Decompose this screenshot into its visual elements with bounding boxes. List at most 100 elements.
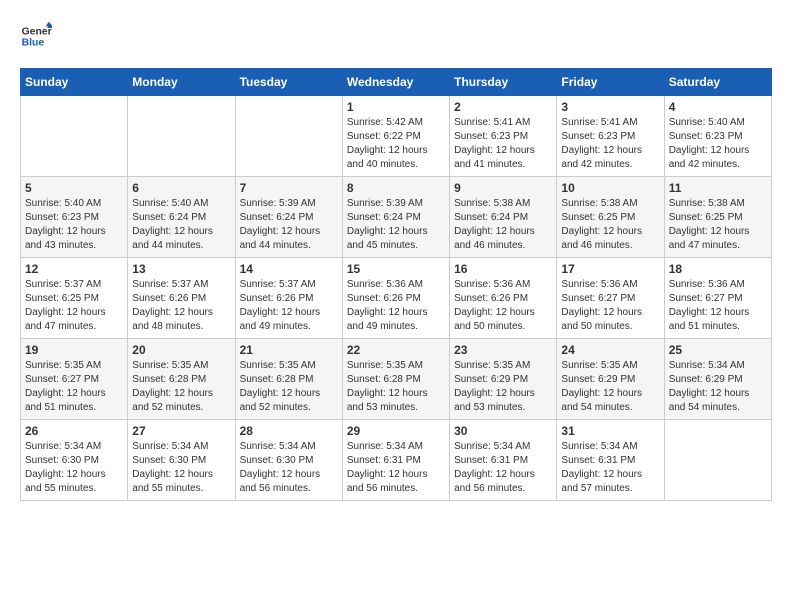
svg-text:Blue: Blue (22, 38, 45, 49)
calendar-week-4: 19 Sunrise: 5:35 AMSunset: 6:27 PMDayligh… (21, 339, 772, 420)
day-number: 5 (25, 181, 123, 195)
day-number: 9 (454, 181, 552, 195)
calendar-day-27: 27 Sunrise: 5:34 AMSunset: 6:30 PMDayligh… (128, 420, 235, 501)
day-info: Sunrise: 5:41 AMSunset: 6:23 PMDaylight:… (561, 116, 659, 172)
page-header: General Blue (20, 20, 772, 52)
calendar-day-11: 11 Sunrise: 5:38 AMSunset: 6:25 PMDayligh… (664, 177, 771, 258)
day-info: Sunrise: 5:35 AMSunset: 6:28 PMDaylight:… (132, 359, 230, 415)
calendar-day-7: 7 Sunrise: 5:39 AMSunset: 6:24 PMDaylight… (235, 177, 342, 258)
day-info: Sunrise: 5:34 AMSunset: 6:30 PMDaylight:… (240, 440, 338, 496)
day-number: 30 (454, 424, 552, 438)
day-info: Sunrise: 5:38 AMSunset: 6:25 PMDaylight:… (669, 197, 767, 253)
day-number: 1 (347, 100, 445, 114)
calendar-day-22: 22Sunrise: 5:35 AMSunset: 6:28 PMDayligh… (342, 339, 449, 420)
calendar-day-20: 20Sunrise: 5:35 AMSunset: 6:28 PMDayligh… (128, 339, 235, 420)
day-number: 12 (25, 262, 123, 276)
day-info: Sunrise: 5:34 AMSunset: 6:30 PMDaylight:… (132, 440, 230, 496)
day-info: Sunrise: 5:40 AMSunset: 6:23 PMDaylight:… (669, 116, 767, 172)
calendar-week-5: 26 Sunrise: 5:34 AMSunset: 6:30 PMDayligh… (21, 420, 772, 501)
day-info: Sunrise: 5:40 AMSunset: 6:24 PMDaylight:… (132, 197, 230, 253)
day-number: 10 (561, 181, 659, 195)
calendar-day-21: 21 Sunrise: 5:35 AMSunset: 6:28 PMDayligh… (235, 339, 342, 420)
calendar-day-19: 19 Sunrise: 5:35 AMSunset: 6:27 PMDayligh… (21, 339, 128, 420)
calendar-day-3: 3 Sunrise: 5:41 AMSunset: 6:23 PMDaylight… (557, 96, 664, 177)
day-number: 24 (561, 343, 659, 357)
day-info: Sunrise: 5:34 AMSunset: 6:31 PMDaylight:… (454, 440, 552, 496)
day-number: 31 (561, 424, 659, 438)
day-number: 8 (347, 181, 445, 195)
header-day-sunday: Sunday (21, 69, 128, 96)
day-info: Sunrise: 5:36 AMSunset: 6:26 PMDaylight:… (454, 278, 552, 334)
day-info: Sunrise: 5:40 AMSunset: 6:23 PMDaylight:… (25, 197, 123, 253)
empty-cell (664, 420, 771, 501)
calendar-day-6: 6Sunrise: 5:40 AMSunset: 6:24 PMDaylight… (128, 177, 235, 258)
day-number: 11 (669, 181, 767, 195)
calendar-day-29: 29Sunrise: 5:34 AMSunset: 6:31 PMDayligh… (342, 420, 449, 501)
calendar-day-12: 12 Sunrise: 5:37 AMSunset: 6:25 PMDayligh… (21, 258, 128, 339)
calendar-day-4: 4 Sunrise: 5:40 AMSunset: 6:23 PMDaylight… (664, 96, 771, 177)
header-day-monday: Monday (128, 69, 235, 96)
day-number: 18 (669, 262, 767, 276)
day-number: 16 (454, 262, 552, 276)
header-day-friday: Friday (557, 69, 664, 96)
day-number: 28 (240, 424, 338, 438)
calendar-day-17: 17 Sunrise: 5:36 AMSunset: 6:27 PMDayligh… (557, 258, 664, 339)
calendar-day-9: 9 Sunrise: 5:38 AMSunset: 6:24 PMDaylight… (450, 177, 557, 258)
calendar-day-28: 28 Sunrise: 5:34 AMSunset: 6:30 PMDayligh… (235, 420, 342, 501)
day-info: Sunrise: 5:35 AMSunset: 6:28 PMDaylight:… (240, 359, 338, 415)
day-number: 14 (240, 262, 338, 276)
header-day-thursday: Thursday (450, 69, 557, 96)
day-number: 17 (561, 262, 659, 276)
calendar-day-30: 30 Sunrise: 5:34 AMSunset: 6:31 PMDayligh… (450, 420, 557, 501)
calendar-day-13: 13 Sunrise: 5:37 AMSunset: 6:26 PMDayligh… (128, 258, 235, 339)
day-info: Sunrise: 5:39 AMSunset: 6:24 PMDaylight:… (347, 197, 445, 253)
day-number: 29 (347, 424, 445, 438)
empty-cell (21, 96, 128, 177)
day-number: 21 (240, 343, 338, 357)
day-info: Sunrise: 5:37 AMSunset: 6:26 PMDaylight:… (132, 278, 230, 334)
calendar-week-3: 12 Sunrise: 5:37 AMSunset: 6:25 PMDayligh… (21, 258, 772, 339)
day-info: Sunrise: 5:38 AMSunset: 6:25 PMDaylight:… (561, 197, 659, 253)
day-info: Sunrise: 5:34 AMSunset: 6:29 PMDaylight:… (669, 359, 767, 415)
day-info: Sunrise: 5:38 AMSunset: 6:24 PMDaylight:… (454, 197, 552, 253)
day-number: 4 (669, 100, 767, 114)
day-number: 27 (132, 424, 230, 438)
empty-cell (235, 96, 342, 177)
day-info: Sunrise: 5:37 AMSunset: 6:26 PMDaylight:… (240, 278, 338, 334)
day-info: Sunrise: 5:42 AMSunset: 6:22 PMDaylight:… (347, 116, 445, 172)
day-info: Sunrise: 5:35 AMSunset: 6:29 PMDaylight:… (561, 359, 659, 415)
calendar-header: SundayMondayTuesdayWednesdayThursdayFrid… (21, 69, 772, 96)
day-number: 19 (25, 343, 123, 357)
calendar-day-25: 25 Sunrise: 5:34 AMSunset: 6:29 PMDayligh… (664, 339, 771, 420)
day-info: Sunrise: 5:35 AMSunset: 6:27 PMDaylight:… (25, 359, 123, 415)
header-day-tuesday: Tuesday (235, 69, 342, 96)
calendar-day-18: 18 Sunrise: 5:36 AMSunset: 6:27 PMDayligh… (664, 258, 771, 339)
header-row: SundayMondayTuesdayWednesdayThursdayFrid… (21, 69, 772, 96)
day-number: 13 (132, 262, 230, 276)
day-info: Sunrise: 5:34 AMSunset: 6:30 PMDaylight:… (25, 440, 123, 496)
calendar-day-26: 26 Sunrise: 5:34 AMSunset: 6:30 PMDayligh… (21, 420, 128, 501)
day-info: Sunrise: 5:36 AMSunset: 6:26 PMDaylight:… (347, 278, 445, 334)
day-number: 2 (454, 100, 552, 114)
logo-icon: General Blue (20, 20, 52, 52)
calendar-day-1: 1 Sunrise: 5:42 AMSunset: 6:22 PMDaylight… (342, 96, 449, 177)
day-number: 3 (561, 100, 659, 114)
day-number: 22 (347, 343, 445, 357)
header-day-saturday: Saturday (664, 69, 771, 96)
day-number: 7 (240, 181, 338, 195)
calendar-table: SundayMondayTuesdayWednesdayThursdayFrid… (20, 68, 772, 501)
calendar-day-2: 2 Sunrise: 5:41 AMSunset: 6:23 PMDaylight… (450, 96, 557, 177)
day-info: Sunrise: 5:35 AMSunset: 6:29 PMDaylight:… (454, 359, 552, 415)
day-number: 26 (25, 424, 123, 438)
logo: General Blue (20, 20, 52, 52)
day-info: Sunrise: 5:36 AMSunset: 6:27 PMDaylight:… (669, 278, 767, 334)
calendar-week-2: 5 Sunrise: 5:40 AMSunset: 6:23 PMDaylight… (21, 177, 772, 258)
day-info: Sunrise: 5:39 AMSunset: 6:24 PMDaylight:… (240, 197, 338, 253)
calendar-day-8: 8 Sunrise: 5:39 AMSunset: 6:24 PMDaylight… (342, 177, 449, 258)
day-number: 15 (347, 262, 445, 276)
day-info: Sunrise: 5:37 AMSunset: 6:25 PMDaylight:… (25, 278, 123, 334)
day-number: 23 (454, 343, 552, 357)
day-number: 25 (669, 343, 767, 357)
day-info: Sunrise: 5:41 AMSunset: 6:23 PMDaylight:… (454, 116, 552, 172)
day-info: Sunrise: 5:36 AMSunset: 6:27 PMDaylight:… (561, 278, 659, 334)
